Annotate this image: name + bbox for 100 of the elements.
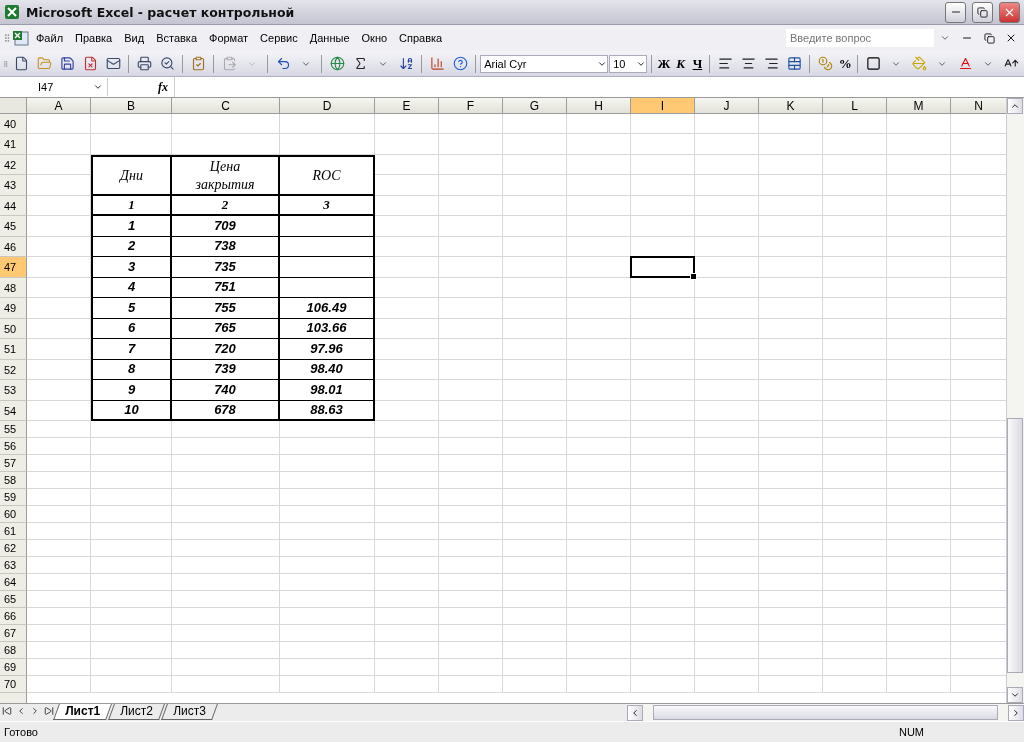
sheet-cell[interactable] [91, 540, 172, 557]
sheet-cell[interactable] [503, 134, 567, 155]
sheet-cell[interactable] [280, 472, 375, 489]
menu-item[interactable]: Формат [203, 30, 255, 46]
sheet-cell[interactable] [695, 489, 759, 506]
row-header[interactable]: 44 [0, 196, 27, 216]
sheet-cell[interactable] [27, 608, 91, 625]
sheet-cell[interactable] [503, 472, 567, 489]
sheet-cell[interactable] [631, 659, 695, 676]
function-label[interactable]: fx [158, 79, 168, 95]
sheet-tab[interactable]: Лист3 [160, 704, 218, 720]
sheet-cell[interactable] [91, 523, 172, 540]
sheet-cell[interactable] [172, 114, 280, 134]
sheet-cell[interactable] [27, 421, 91, 438]
sheet-cell[interactable] [439, 540, 503, 557]
sheet-cell[interactable] [759, 257, 823, 278]
sheet-cell[interactable] [91, 455, 172, 472]
sheet-cell[interactable] [759, 401, 823, 421]
sheet-cell[interactable] [91, 591, 172, 608]
sheet-cell[interactable] [567, 380, 631, 401]
sheet-cell[interactable] [567, 642, 631, 659]
column-header[interactable]: G [503, 98, 567, 114]
row-header[interactable]: 59 [0, 489, 27, 506]
sheet-cell[interactable] [439, 319, 503, 339]
sheet-cell[interactable] [567, 134, 631, 155]
row-header[interactable]: 51 [0, 339, 27, 360]
sheet-cell[interactable] [27, 506, 91, 523]
row-header[interactable]: 69 [0, 659, 27, 676]
sheet-cell[interactable] [375, 134, 439, 155]
sheet-cell[interactable] [439, 237, 503, 257]
sheet-cell[interactable] [695, 134, 759, 155]
column-header[interactable]: B [91, 98, 172, 114]
sheet-cell[interactable] [695, 421, 759, 438]
column-header[interactable]: D [280, 98, 375, 114]
name-box[interactable]: I47 [0, 78, 108, 96]
sheet-cell[interactable] [27, 625, 91, 642]
sheet-cell[interactable] [91, 438, 172, 455]
column-header[interactable]: C [172, 98, 280, 114]
sheet-cell[interactable] [631, 114, 695, 134]
sheet-cell[interactable] [567, 339, 631, 360]
sheet-cell[interactable] [91, 676, 172, 693]
sheet-cell[interactable] [823, 659, 887, 676]
first-sheet-icon[interactable] [1, 704, 13, 718]
sheet-cell[interactable] [823, 591, 887, 608]
sheet-cell[interactable] [503, 540, 567, 557]
help-search-field[interactable]: Введите вопрос [786, 29, 934, 47]
column-header[interactable]: J [695, 98, 759, 114]
sheet-cell[interactable] [631, 506, 695, 523]
sheet-cell[interactable] [759, 421, 823, 438]
sheet-cell[interactable] [503, 360, 567, 380]
sheet-cell[interactable] [27, 676, 91, 693]
sheet-cell[interactable] [887, 642, 951, 659]
sheet-cell[interactable] [439, 506, 503, 523]
sheet-cell[interactable] [91, 642, 172, 659]
column-header[interactable]: I [631, 98, 695, 114]
sheet-cell[interactable] [280, 114, 375, 134]
sheet-cell[interactable] [439, 455, 503, 472]
menu-item[interactable]: Правка [69, 30, 119, 46]
sheet-cell[interactable] [887, 401, 951, 421]
sheet-cell[interactable] [91, 557, 172, 574]
sheet-cell[interactable] [823, 196, 887, 216]
sheet-cell[interactable] [439, 175, 503, 196]
sheet-cell[interactable] [27, 540, 91, 557]
sheet-cell[interactable] [759, 175, 823, 196]
sheet-cell[interactable] [439, 557, 503, 574]
sheet-cell[interactable] [172, 659, 280, 676]
sheet-cell[interactable] [375, 574, 439, 591]
sheet-cell[interactable] [695, 557, 759, 574]
sheet-cell[interactable] [759, 472, 823, 489]
sheet-cell[interactable] [695, 380, 759, 401]
sheet-cell[interactable] [172, 591, 280, 608]
sheet-cell[interactable] [280, 642, 375, 659]
sheet-cell[interactable] [695, 319, 759, 339]
row-header[interactable]: 49 [0, 298, 27, 319]
sheet-cell[interactable] [823, 319, 887, 339]
sheet-cell[interactable] [375, 608, 439, 625]
sheet-cell[interactable] [567, 114, 631, 134]
sheet-cell[interactable] [631, 625, 695, 642]
sheet-cell[interactable] [439, 489, 503, 506]
sheet-cell[interactable] [439, 155, 503, 175]
column-header[interactable]: K [759, 98, 823, 114]
sheet-cell[interactable] [567, 298, 631, 319]
sheet-cell[interactable] [172, 438, 280, 455]
sheet-cell[interactable] [631, 523, 695, 540]
sheet-cell[interactable] [631, 591, 695, 608]
sheet-tab[interactable]: Лист2 [108, 704, 165, 720]
sheet-cell[interactable] [887, 134, 951, 155]
sheet-cell[interactable] [695, 196, 759, 216]
sheet-cell[interactable] [172, 676, 280, 693]
sheet-cell[interactable] [631, 489, 695, 506]
sheet-cell[interactable] [439, 216, 503, 237]
bold-button[interactable]: Ж [656, 52, 672, 75]
sheet-cell[interactable] [695, 540, 759, 557]
sheet-cell[interactable] [439, 380, 503, 401]
sheet-cell[interactable] [503, 506, 567, 523]
sheet-cell[interactable] [887, 591, 951, 608]
sheet-tab[interactable]: Лист1 [53, 704, 112, 720]
sheet-cell[interactable] [759, 298, 823, 319]
sheet-cell[interactable] [567, 540, 631, 557]
sheet-cell[interactable] [887, 455, 951, 472]
